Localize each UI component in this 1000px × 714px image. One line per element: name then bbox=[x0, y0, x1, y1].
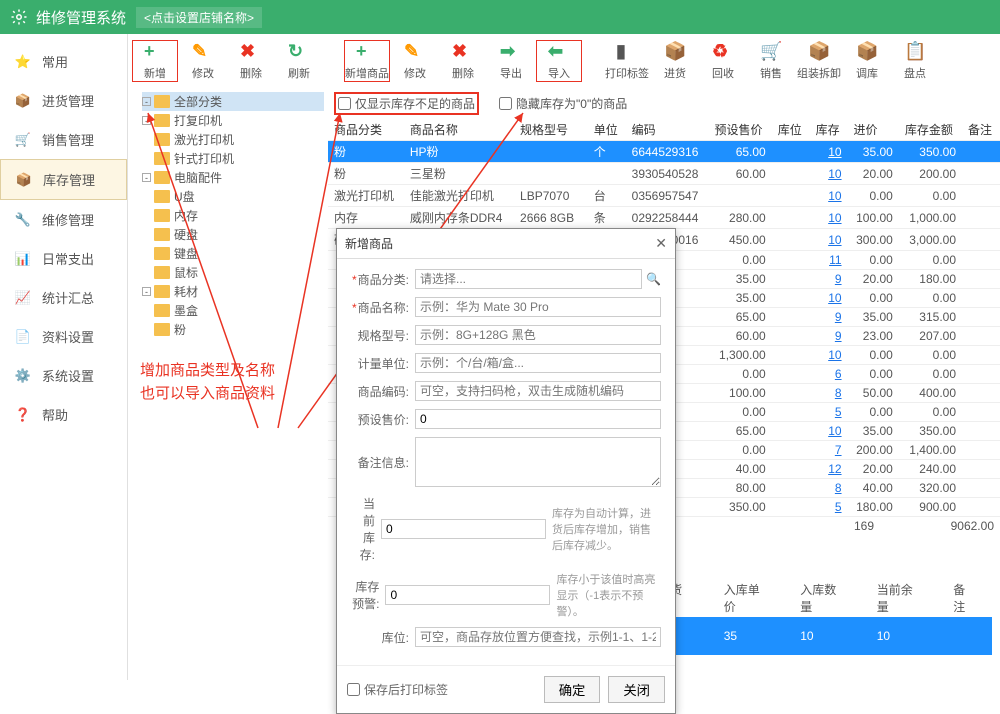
toolbar: +新增✎修改✖删除↻刷新+新增商品✎修改✖删除➡导出⬅导入▮打印标签📦进货♻回收… bbox=[128, 34, 1000, 88]
recycle-button[interactable]: ♻回收 bbox=[700, 40, 746, 82]
move-button[interactable]: 📦调库 bbox=[844, 40, 890, 82]
table-row[interactable]: 激光打印机佳能激光打印机LBP7070台0356957547100.000.00 bbox=[328, 185, 1000, 207]
table-row[interactable]: 内存威刚内存条DDR42666 8GB条0292258444280.001010… bbox=[328, 207, 1000, 229]
table-row[interactable]: 粉HP粉个664452931665.001035.00350.00 bbox=[328, 141, 1000, 163]
tree-node[interactable]: 墨盒 bbox=[142, 301, 324, 320]
check-button[interactable]: 📋盘点 bbox=[892, 40, 938, 82]
print-button[interactable]: ▮打印标签 bbox=[604, 40, 650, 82]
filter-row: 仅显示库存不足的商品 隐藏库存为"0"的商品 bbox=[328, 88, 1000, 119]
tree-node[interactable]: -全部分类 bbox=[142, 92, 324, 111]
tree-node[interactable]: 鼠标 bbox=[142, 263, 324, 282]
tree-node[interactable]: -打复印机 bbox=[142, 111, 324, 130]
app-titlebar: 维修管理系统 <点击设置店铺名称> bbox=[0, 0, 1000, 34]
warn-field[interactable] bbox=[385, 585, 550, 605]
refresh-button[interactable]: ↻刷新 bbox=[276, 40, 322, 82]
tree-node[interactable]: 键盘 bbox=[142, 244, 324, 263]
tree-node[interactable]: U盘 bbox=[142, 187, 324, 206]
code-field[interactable] bbox=[415, 381, 661, 401]
loc-field[interactable] bbox=[415, 627, 661, 647]
sidebar-item[interactable]: ⭐常用 bbox=[0, 42, 127, 81]
sidebar-item[interactable]: 📊日常支出 bbox=[0, 239, 127, 278]
sidebar-item[interactable]: 📈统计汇总 bbox=[0, 278, 127, 317]
edit-goods-button[interactable]: ✎修改 bbox=[392, 40, 438, 82]
tree-node[interactable]: 内存 bbox=[142, 206, 324, 225]
sidebar-item[interactable]: ❓帮助 bbox=[0, 395, 127, 434]
sidebar: ⭐常用📦进货管理🛒销售管理📦库存管理🔧维修管理📊日常支出📈统计汇总📄资料设置⚙️… bbox=[0, 34, 128, 680]
edit-button[interactable]: ✎修改 bbox=[180, 40, 226, 82]
save-and-print-checkbox[interactable]: 保存后打印标签 bbox=[347, 681, 448, 698]
filter-low-stock[interactable]: 仅显示库存不足的商品 bbox=[338, 95, 475, 112]
add-goods-dialog: 新增商品 ✕ *商品分类:🔍 *商品名称: 规格型号: 计量单位: 商品编码: … bbox=[336, 228, 676, 714]
tree-node[interactable]: 针式打印机 bbox=[142, 149, 324, 168]
add-button[interactable]: +新增 bbox=[132, 40, 178, 82]
category-select[interactable] bbox=[415, 269, 642, 289]
tree-node[interactable]: 硬盘 bbox=[142, 225, 324, 244]
tree-node[interactable]: -电脑配件 bbox=[142, 168, 324, 187]
import-button[interactable]: ⬅导入 bbox=[536, 40, 582, 82]
tree-node[interactable]: -耗材 bbox=[142, 282, 324, 301]
tree-node[interactable]: 激光打印机 bbox=[142, 130, 324, 149]
sidebar-item[interactable]: ⚙️系统设置 bbox=[0, 356, 127, 395]
gear-icon bbox=[10, 8, 28, 26]
sidebar-item[interactable]: 📦进货管理 bbox=[0, 81, 127, 120]
name-field[interactable] bbox=[415, 297, 661, 317]
stock-field[interactable] bbox=[381, 519, 546, 539]
sidebar-item[interactable]: 📄资料设置 bbox=[0, 317, 127, 356]
close-icon[interactable]: ✕ bbox=[655, 235, 667, 252]
spec-field[interactable] bbox=[415, 325, 661, 345]
remark-field[interactable] bbox=[415, 437, 661, 487]
app-title: 维修管理系统 bbox=[36, 7, 126, 28]
shop-name-button[interactable]: <点击设置店铺名称> bbox=[136, 7, 262, 28]
split-button[interactable]: 📦组装拆卸 bbox=[796, 40, 842, 82]
delete-goods-button[interactable]: ✖删除 bbox=[440, 40, 486, 82]
stockin-button[interactable]: 📦进货 bbox=[652, 40, 698, 82]
sidebar-item[interactable]: 📦库存管理 bbox=[0, 159, 127, 200]
cancel-button[interactable]: 关闭 bbox=[608, 676, 665, 703]
sale-button[interactable]: 🛒销售 bbox=[748, 40, 794, 82]
add-goods-button[interactable]: +新增商品 bbox=[344, 40, 390, 82]
table-row[interactable]: 粉三星粉393054052860.001020.00200.00 bbox=[328, 163, 1000, 185]
ok-button[interactable]: 确定 bbox=[544, 676, 601, 703]
filter-hide-zero[interactable]: 隐藏库存为"0"的商品 bbox=[499, 92, 627, 115]
price-field[interactable] bbox=[415, 409, 661, 429]
export-button[interactable]: ➡导出 bbox=[488, 40, 534, 82]
sidebar-item[interactable]: 🛒销售管理 bbox=[0, 120, 127, 159]
dialog-title: 新增商品 bbox=[345, 235, 655, 252]
tree-node[interactable]: 粉 bbox=[142, 320, 324, 339]
category-tree: -全部分类-打复印机激光打印机针式打印机-电脑配件U盘内存硬盘键盘鼠标-耗材墨盒… bbox=[128, 88, 328, 680]
delete-button[interactable]: ✖删除 bbox=[228, 40, 274, 82]
sidebar-item[interactable]: 🔧维修管理 bbox=[0, 200, 127, 239]
unit-field[interactable] bbox=[415, 353, 661, 373]
